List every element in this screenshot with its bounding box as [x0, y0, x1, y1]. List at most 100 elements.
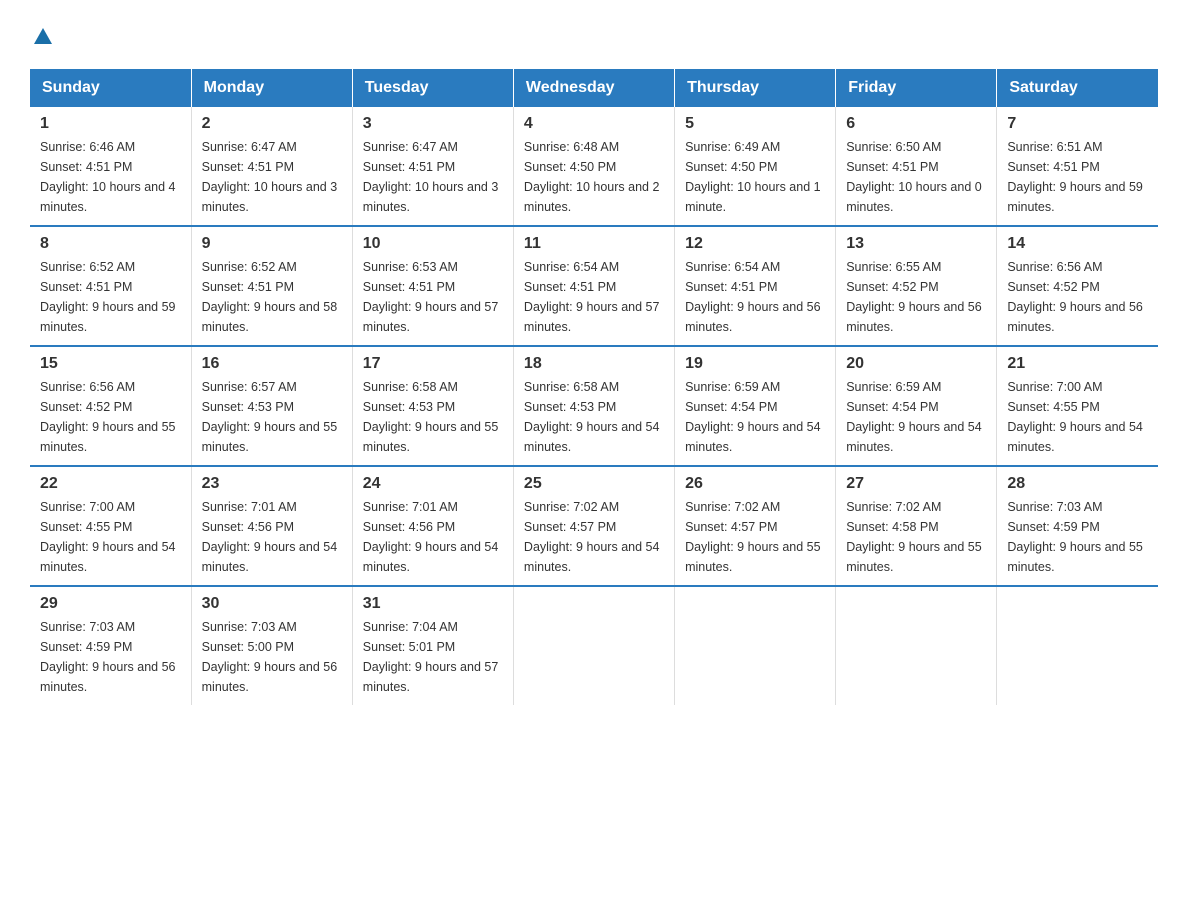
day-number: 31 [363, 595, 503, 613]
day-info: Sunrise: 7:03 AMSunset: 4:59 PMDaylight:… [1007, 497, 1148, 577]
day-info: Sunrise: 6:51 AMSunset: 4:51 PMDaylight:… [1007, 137, 1148, 217]
day-info: Sunrise: 6:58 AMSunset: 4:53 PMDaylight:… [524, 377, 664, 457]
day-cell: 27 Sunrise: 7:02 AMSunset: 4:58 PMDayligh… [836, 466, 997, 586]
day-cell: 3 Sunrise: 6:47 AMSunset: 4:51 PMDaylight… [352, 107, 513, 226]
day-info: Sunrise: 6:56 AMSunset: 4:52 PMDaylight:… [1007, 257, 1148, 337]
day-cell [997, 586, 1158, 705]
day-number: 1 [40, 115, 181, 133]
day-cell: 30 Sunrise: 7:03 AMSunset: 5:00 PMDayligh… [191, 586, 352, 705]
day-cell: 14 Sunrise: 6:56 AMSunset: 4:52 PMDayligh… [997, 226, 1158, 346]
header-tuesday: Tuesday [352, 69, 513, 107]
day-info: Sunrise: 6:56 AMSunset: 4:52 PMDaylight:… [40, 377, 181, 457]
day-info: Sunrise: 7:02 AMSunset: 4:57 PMDaylight:… [685, 497, 825, 577]
day-cell [836, 586, 997, 705]
day-number: 24 [363, 475, 503, 493]
day-number: 6 [846, 115, 986, 133]
day-cell: 1 Sunrise: 6:46 AMSunset: 4:51 PMDaylight… [30, 107, 191, 226]
day-number: 4 [524, 115, 664, 133]
day-cell: 5Sunrise: 6:49 AMSunset: 4:50 PMDaylight… [675, 107, 836, 226]
day-cell: 6Sunrise: 6:50 AMSunset: 4:51 PMDaylight… [836, 107, 997, 226]
day-cell: 8 Sunrise: 6:52 AMSunset: 4:51 PMDaylight… [30, 226, 191, 346]
week-row-2: 8 Sunrise: 6:52 AMSunset: 4:51 PMDaylight… [30, 226, 1158, 346]
logo [30, 20, 54, 49]
day-cell: 24 Sunrise: 7:01 AMSunset: 4:56 PMDayligh… [352, 466, 513, 586]
day-cell: 23Sunrise: 7:01 AMSunset: 4:56 PMDayligh… [191, 466, 352, 586]
day-number: 2 [202, 115, 342, 133]
day-number: 8 [40, 235, 181, 253]
day-number: 12 [685, 235, 825, 253]
header-friday: Friday [836, 69, 997, 107]
day-cell: 9 Sunrise: 6:52 AMSunset: 4:51 PMDaylight… [191, 226, 352, 346]
week-row-3: 15 Sunrise: 6:56 AMSunset: 4:52 PMDayligh… [30, 346, 1158, 466]
day-info: Sunrise: 6:46 AMSunset: 4:51 PMDaylight:… [40, 137, 181, 217]
day-info: Sunrise: 6:52 AMSunset: 4:51 PMDaylight:… [40, 257, 181, 337]
day-info: Sunrise: 7:02 AMSunset: 4:58 PMDaylight:… [846, 497, 986, 577]
day-number: 26 [685, 475, 825, 493]
day-cell: 19 Sunrise: 6:59 AMSunset: 4:54 PMDayligh… [675, 346, 836, 466]
day-cell: 22 Sunrise: 7:00 AMSunset: 4:55 PMDayligh… [30, 466, 191, 586]
day-info: Sunrise: 6:58 AMSunset: 4:53 PMDaylight:… [363, 377, 503, 457]
day-cell: 25 Sunrise: 7:02 AMSunset: 4:57 PMDayligh… [513, 466, 674, 586]
day-info: Sunrise: 6:48 AMSunset: 4:50 PMDaylight:… [524, 137, 664, 217]
header-saturday: Saturday [997, 69, 1158, 107]
day-number: 27 [846, 475, 986, 493]
day-number: 28 [1007, 475, 1148, 493]
day-number: 23 [202, 475, 342, 493]
logo-triangle-icon [32, 26, 54, 48]
day-info: Sunrise: 6:47 AMSunset: 4:51 PMDaylight:… [363, 137, 503, 217]
day-info: Sunrise: 7:00 AMSunset: 4:55 PMDaylight:… [1007, 377, 1148, 457]
day-number: 19 [685, 355, 825, 373]
day-cell: 17 Sunrise: 6:58 AMSunset: 4:53 PMDayligh… [352, 346, 513, 466]
day-number: 30 [202, 595, 342, 613]
day-info: Sunrise: 7:03 AMSunset: 5:00 PMDaylight:… [202, 617, 342, 697]
day-number: 3 [363, 115, 503, 133]
day-info: Sunrise: 7:02 AMSunset: 4:57 PMDaylight:… [524, 497, 664, 577]
day-cell: 28 Sunrise: 7:03 AMSunset: 4:59 PMDayligh… [997, 466, 1158, 586]
week-row-4: 22 Sunrise: 7:00 AMSunset: 4:55 PMDayligh… [30, 466, 1158, 586]
day-number: 25 [524, 475, 664, 493]
day-cell: 4 Sunrise: 6:48 AMSunset: 4:50 PMDaylight… [513, 107, 674, 226]
day-info: Sunrise: 6:55 AMSunset: 4:52 PMDaylight:… [846, 257, 986, 337]
day-cell: 31 Sunrise: 7:04 AMSunset: 5:01 PMDayligh… [352, 586, 513, 705]
day-info: Sunrise: 7:04 AMSunset: 5:01 PMDaylight:… [363, 617, 503, 697]
day-number: 22 [40, 475, 181, 493]
day-info: Sunrise: 6:54 AMSunset: 4:51 PMDaylight:… [524, 257, 664, 337]
calendar-table: SundayMondayTuesdayWednesdayThursdayFrid… [30, 69, 1158, 705]
day-cell: 16 Sunrise: 6:57 AMSunset: 4:53 PMDayligh… [191, 346, 352, 466]
day-number: 17 [363, 355, 503, 373]
header-sunday: Sunday [30, 69, 191, 107]
day-cell: 18 Sunrise: 6:58 AMSunset: 4:53 PMDayligh… [513, 346, 674, 466]
day-cell: 10Sunrise: 6:53 AMSunset: 4:51 PMDayligh… [352, 226, 513, 346]
day-number: 11 [524, 235, 664, 253]
day-info: Sunrise: 7:03 AMSunset: 4:59 PMDaylight:… [40, 617, 181, 697]
day-info: Sunrise: 6:57 AMSunset: 4:53 PMDaylight:… [202, 377, 342, 457]
day-number: 15 [40, 355, 181, 373]
day-number: 9 [202, 235, 342, 253]
day-cell [513, 586, 674, 705]
day-number: 13 [846, 235, 986, 253]
day-cell: 13 Sunrise: 6:55 AMSunset: 4:52 PMDayligh… [836, 226, 997, 346]
week-row-1: 1 Sunrise: 6:46 AMSunset: 4:51 PMDaylight… [30, 107, 1158, 226]
day-number: 14 [1007, 235, 1148, 253]
day-cell [675, 586, 836, 705]
day-number: 16 [202, 355, 342, 373]
day-info: Sunrise: 7:01 AMSunset: 4:56 PMDaylight:… [363, 497, 503, 577]
header-thursday: Thursday [675, 69, 836, 107]
day-info: Sunrise: 6:47 AMSunset: 4:51 PMDaylight:… [202, 137, 342, 217]
day-info: Sunrise: 6:59 AMSunset: 4:54 PMDaylight:… [846, 377, 986, 457]
day-cell: 2 Sunrise: 6:47 AMSunset: 4:51 PMDaylight… [191, 107, 352, 226]
day-number: 18 [524, 355, 664, 373]
page-header [30, 20, 1158, 49]
day-cell: 29Sunrise: 7:03 AMSunset: 4:59 PMDayligh… [30, 586, 191, 705]
day-cell: 21 Sunrise: 7:00 AMSunset: 4:55 PMDayligh… [997, 346, 1158, 466]
day-info: Sunrise: 6:59 AMSunset: 4:54 PMDaylight:… [685, 377, 825, 457]
day-number: 21 [1007, 355, 1148, 373]
day-number: 7 [1007, 115, 1148, 133]
day-info: Sunrise: 6:53 AMSunset: 4:51 PMDaylight:… [363, 257, 503, 337]
day-cell: 11 Sunrise: 6:54 AMSunset: 4:51 PMDayligh… [513, 226, 674, 346]
week-row-5: 29Sunrise: 7:03 AMSunset: 4:59 PMDayligh… [30, 586, 1158, 705]
day-cell: 26 Sunrise: 7:02 AMSunset: 4:57 PMDayligh… [675, 466, 836, 586]
day-info: Sunrise: 7:00 AMSunset: 4:55 PMDaylight:… [40, 497, 181, 577]
day-number: 20 [846, 355, 986, 373]
day-info: Sunrise: 6:52 AMSunset: 4:51 PMDaylight:… [202, 257, 342, 337]
